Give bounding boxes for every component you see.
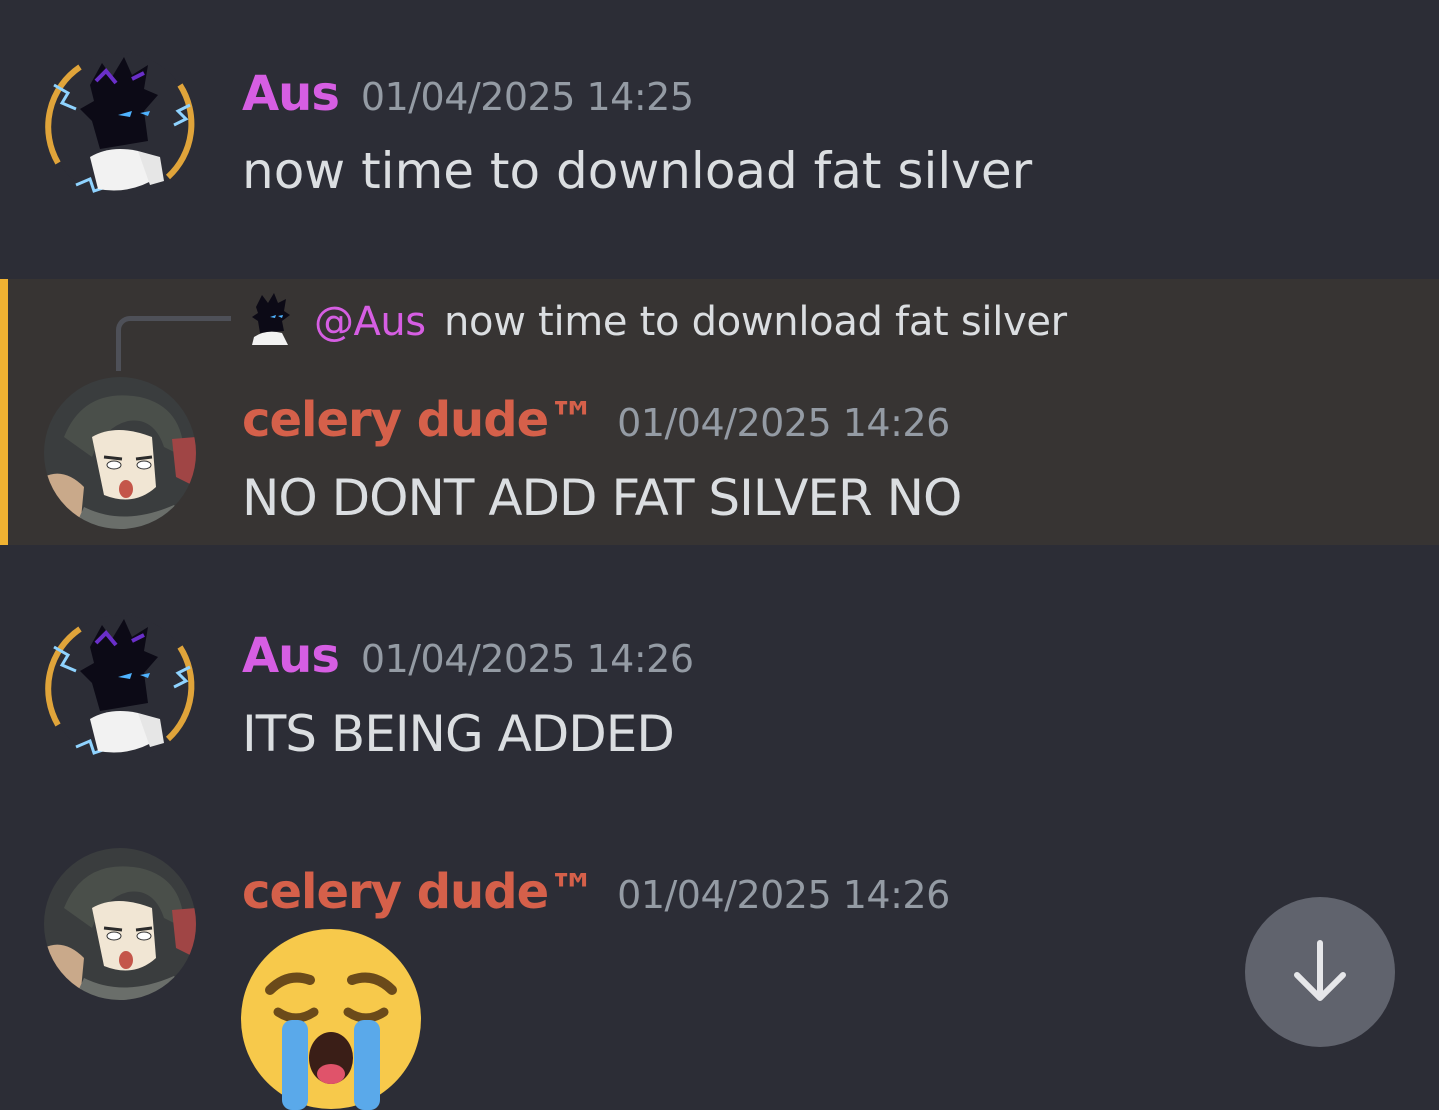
anime-character-avatar-icon: [44, 848, 196, 1000]
shadow-character-avatar-icon: [45, 615, 195, 759]
arrow-down-icon: [1294, 940, 1346, 1001]
celery-avatar[interactable]: [44, 848, 196, 1000]
author-name[interactable]: Aus: [242, 628, 340, 684]
author-name[interactable]: celery dude™: [242, 392, 596, 448]
message-4[interactable]: celery dude™ 01/04/2025 14:26: [0, 820, 1439, 1072]
message-timestamp: 01/04/2025 14:26: [360, 637, 694, 681]
author-name[interactable]: celery dude™: [242, 864, 596, 920]
message-3[interactable]: Aus 01/04/2025 14:26 ITS BEING ADDED: [0, 590, 1439, 820]
jump-to-present-button[interactable]: [1245, 897, 1395, 1047]
aus-avatar[interactable]: [40, 607, 200, 767]
anime-character-avatar-icon: [44, 377, 196, 529]
message-timestamp: 01/04/2025 14:25: [360, 75, 694, 119]
loudly-crying-face-icon[interactable]: [240, 928, 422, 1110]
message-2[interactable]: celery dude™ 01/04/2025 14:26 NO DONT ADD…: [0, 279, 1439, 545]
shadow-character-avatar-icon: [45, 53, 195, 197]
celery-avatar[interactable]: [44, 377, 196, 529]
author-name[interactable]: Aus: [242, 66, 340, 122]
message-content: now time to download fat silver: [242, 142, 1033, 200]
message-timestamp: 01/04/2025 14:26: [617, 873, 950, 917]
message-content: ITS BEING ADDED: [242, 705, 675, 763]
message-1[interactable]: Aus 01/04/2025 14:25 now time to download…: [0, 0, 1439, 279]
message-content: NO DONT ADD FAT SILVER NO: [242, 469, 962, 527]
message-timestamp: 01/04/2025 14:26: [617, 401, 950, 445]
aus-avatar[interactable]: [40, 45, 200, 205]
